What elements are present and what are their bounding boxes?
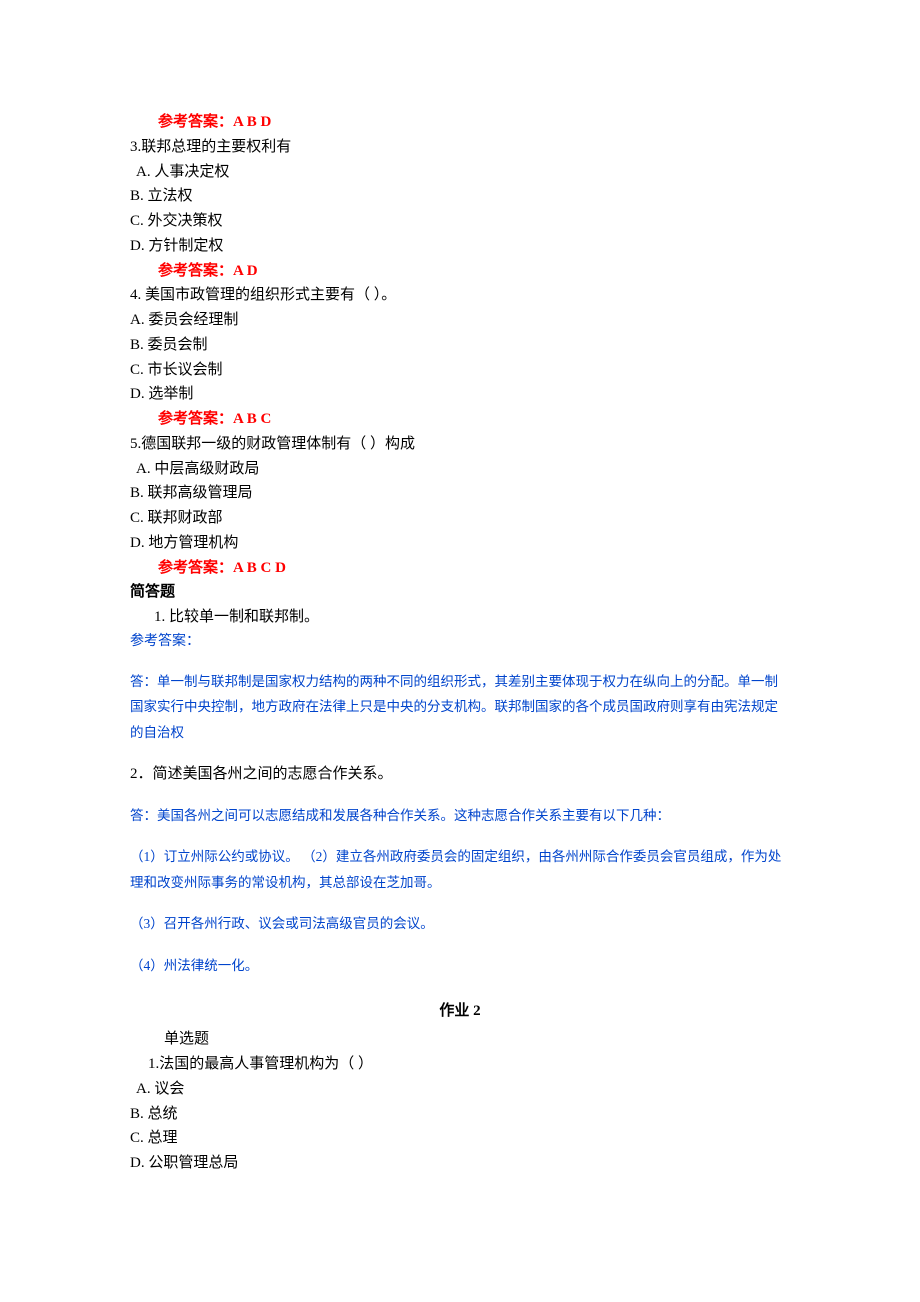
- q4-option-c: C. 市长议会制: [130, 358, 790, 383]
- sa-q2-answer2: （1）订立州际公约或协议。 （2）建立各州政府委员会的固定组织，由各州州际合作委…: [130, 844, 790, 895]
- sa-q1-answer: 答：单一制与联邦制是国家权力结构的两种不同的组织形式，其差别主要体现于权力在纵向…: [130, 669, 790, 746]
- spacer: [130, 895, 790, 911]
- q5-answer: 参考答案：A B C D: [130, 556, 790, 581]
- q5-option-d: D. 地方管理机构: [130, 531, 790, 556]
- spacer: [130, 746, 790, 762]
- spacer: [130, 828, 790, 844]
- q5-option-b: B. 联邦高级管理局: [130, 481, 790, 506]
- short-answer-heading: 简答题: [130, 580, 790, 605]
- q5-text: 5.德国联邦一级的财政管理体制有（ ）构成: [130, 432, 790, 457]
- sa-q2-answer3: （3）召开各州行政、议会或司法高级官员的会议。: [130, 911, 790, 937]
- q4-option-d: D. 选举制: [130, 382, 790, 407]
- spacer: [130, 787, 790, 803]
- hw2-q1-option-a: A. 议会: [130, 1077, 790, 1102]
- hw2-section: 单选题: [130, 1027, 790, 1052]
- q3-option-c: C. 外交决策权: [130, 209, 790, 234]
- spacer: [130, 653, 790, 669]
- q3-option-a: A. 人事决定权: [130, 160, 790, 185]
- spacer: [130, 937, 790, 953]
- hw2-q1-text: 1.法国的最高人事管理机构为（ ）: [130, 1052, 790, 1077]
- sa-q2-text: 2．简述美国各州之间的志愿合作关系。: [130, 762, 790, 787]
- hw2-q1-option-d: D. 公职管理总局: [130, 1151, 790, 1176]
- q4-option-b: B. 委员会制: [130, 333, 790, 358]
- q3-option-d: D. 方针制定权: [130, 234, 790, 259]
- q4-option-a: A. 委员会经理制: [130, 308, 790, 333]
- sa-q2-answer4: （4）州法律统一化。: [130, 953, 790, 979]
- q5-option-a: A. 中层高级财政局: [130, 457, 790, 482]
- q2-answer: 参考答案：A B D: [130, 110, 790, 135]
- sa-q1-label: 参考答案：: [130, 630, 790, 653]
- q5-option-c: C. 联邦财政部: [130, 506, 790, 531]
- q4-text: 4. 美国市政管理的组织形式主要有（ ）。: [130, 283, 790, 308]
- q3-text: 3.联邦总理的主要权利有: [130, 135, 790, 160]
- sa-q2-answer1: 答：美国各州之间可以志愿结成和发展各种合作关系。这种志愿合作关系主要有以下几种：: [130, 803, 790, 829]
- hw2-q1-option-c: C. 总理: [130, 1126, 790, 1151]
- q3-answer: 参考答案：A D: [130, 259, 790, 284]
- sa-q1-text: 1. 比较单一制和联邦制。: [130, 605, 790, 630]
- hw2-q1-option-b: B. 总统: [130, 1102, 790, 1127]
- homework2-title: 作业 2: [130, 979, 790, 1028]
- q3-option-b: B. 立法权: [130, 184, 790, 209]
- q4-answer: 参考答案：A B C: [130, 407, 790, 432]
